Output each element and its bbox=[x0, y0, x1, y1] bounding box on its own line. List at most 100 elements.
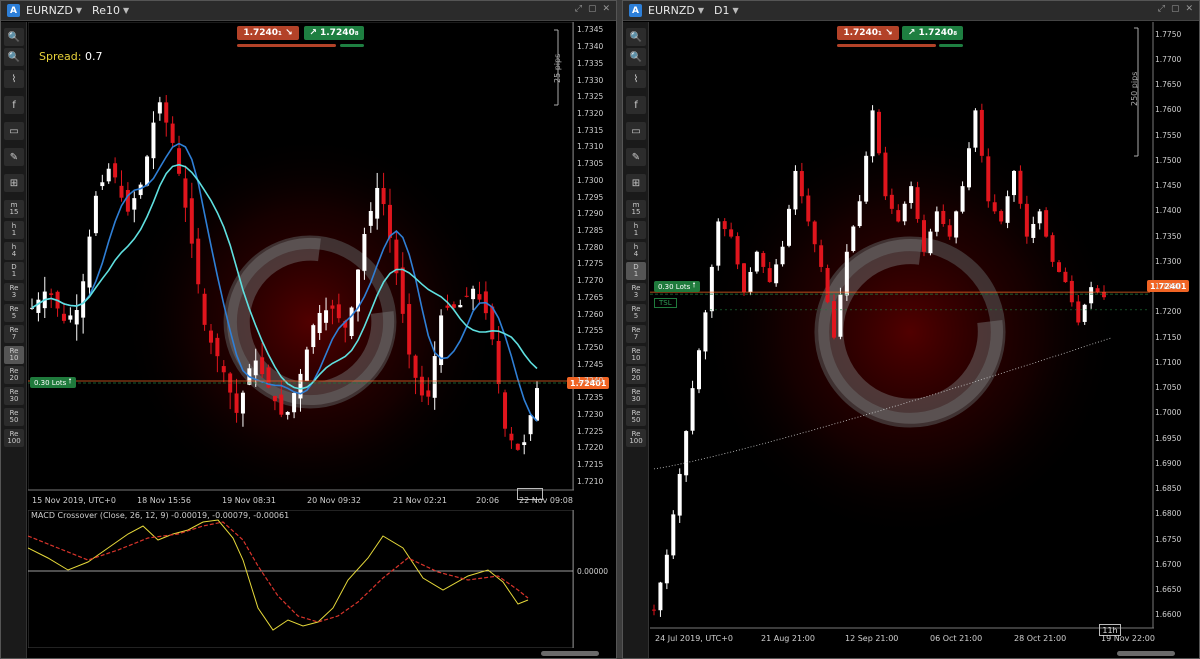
right-candle bbox=[735, 236, 740, 265]
trailing-stop-badge[interactable]: TSL bbox=[654, 298, 677, 308]
timeframe-button-d1[interactable]: D1 bbox=[4, 262, 24, 281]
camera-icon[interactable]: ▭ bbox=[4, 122, 24, 140]
symbol-selector[interactable]: EURNZD bbox=[648, 4, 695, 17]
timeframe-button-re50[interactable]: Re 50 bbox=[626, 408, 646, 426]
timeframe-button-re50[interactable]: Re 50 bbox=[4, 408, 24, 426]
right-candle bbox=[999, 211, 1004, 222]
y-tick-label: 1.7310 bbox=[577, 142, 604, 152]
y-tick-label: 1.6650 bbox=[1155, 585, 1182, 595]
timeframe-button-re3[interactable]: Re 3 bbox=[626, 283, 646, 302]
lots-label: 0.30 Lots bbox=[34, 378, 67, 387]
position-lots-badge[interactable]: 0.30 Lots 🠕 bbox=[30, 377, 76, 388]
detach-icon[interactable]: ⤢ bbox=[1158, 4, 1165, 14]
price-chart-right[interactable] bbox=[650, 22, 1154, 648]
right-candle bbox=[832, 301, 836, 338]
maximize-icon[interactable]: ▢ bbox=[1171, 4, 1180, 14]
timeframe-button-m15[interactable]: m 15 bbox=[626, 200, 646, 218]
indicator-icon[interactable]: ⊞ bbox=[626, 174, 646, 192]
left-candle bbox=[407, 304, 412, 355]
right-candle bbox=[1076, 301, 1081, 323]
timeframe-button-re100[interactable]: Re 100 bbox=[4, 428, 24, 447]
timeframe-button-re7[interactable]: Re 7 bbox=[4, 324, 24, 343]
buy-button[interactable]: ↗ 1.7240₈ bbox=[304, 26, 364, 40]
right-candle bbox=[928, 231, 933, 254]
timeframe-button-h4[interactable]: h4 bbox=[4, 241, 24, 260]
right-candle bbox=[1063, 271, 1068, 283]
left-candle bbox=[151, 122, 156, 159]
timeframe-button-re5[interactable]: Re 5 bbox=[626, 304, 646, 322]
zoom-in-icon[interactable]: 🔍 bbox=[626, 28, 646, 46]
chart-type-icon[interactable]: ⌇ bbox=[626, 70, 646, 88]
left-candle bbox=[68, 315, 73, 320]
position-lots-badge[interactable]: 0.30 Lots 🠕 bbox=[654, 281, 700, 292]
drawing-icon[interactable]: ✎ bbox=[626, 148, 646, 166]
y-tick-label: 1.7280 bbox=[577, 242, 604, 252]
facebook-icon[interactable]: f bbox=[4, 96, 24, 114]
timeframe-button-re7[interactable]: Re 7 bbox=[626, 324, 646, 343]
timeframe-button-re30[interactable]: Re 30 bbox=[626, 387, 646, 406]
app-logo-icon: A bbox=[629, 4, 642, 17]
detach-icon[interactable]: ⤢ bbox=[575, 4, 582, 14]
arrow-up-right-icon: ↗ bbox=[907, 28, 916, 38]
chart-pane-left[interactable]: A EURNZD ▼ Re10 ▼ ⤢ ▢ ✕ 🔍 🔍 ⌇ f ▭ ✎ ⊞ m 15 h 1 h 4 D 1 Re 3 R… bbox=[0, 0, 617, 659]
sell-button[interactable]: 1.7240₁ ↘ bbox=[837, 26, 899, 40]
drawing-icon[interactable]: ✎ bbox=[4, 148, 24, 166]
chevron-down-icon[interactable]: ▼ bbox=[123, 6, 129, 15]
timeframe-button-m15[interactable]: m 15 bbox=[4, 200, 24, 218]
left-candle bbox=[362, 234, 367, 271]
zoom-out-icon[interactable]: 🔍 bbox=[4, 48, 24, 66]
timeframe-button-re100[interactable]: Re 100 bbox=[626, 428, 646, 447]
zoom-out-icon[interactable]: 🔍 bbox=[626, 48, 646, 66]
timeframe-button-re20[interactable]: Re 20 bbox=[626, 366, 646, 385]
y-tick-label: 1.6800 bbox=[1155, 509, 1182, 519]
camera-icon[interactable]: ▭ bbox=[626, 122, 646, 140]
left-candle bbox=[324, 310, 329, 323]
title-bar-left[interactable]: A EURNZD ▼ Re10 ▼ ⤢ ▢ ✕ bbox=[1, 1, 616, 21]
title-bar-right[interactable]: A EURNZD ▼ D1 ▼ ⤢ ▢ ✕ bbox=[623, 1, 1199, 21]
symbol-selector[interactable]: EURNZD bbox=[26, 4, 73, 17]
indicator-icon[interactable]: ⊞ bbox=[4, 174, 24, 192]
sell-button[interactable]: 1.7240₁ ↘ bbox=[237, 26, 299, 40]
right-candle bbox=[1018, 170, 1023, 204]
chevron-down-icon[interactable]: ▼ bbox=[76, 6, 82, 15]
zoom-in-icon[interactable]: 🔍 bbox=[4, 28, 24, 46]
timeframe-button-h1[interactable]: h1 bbox=[626, 220, 646, 239]
timeframe-button-re10[interactable]: Re 10 bbox=[626, 345, 646, 364]
right-candle bbox=[986, 156, 991, 202]
y-tick-label: 1.6750 bbox=[1155, 534, 1182, 544]
timeframe-selector[interactable]: Re10 bbox=[92, 4, 120, 17]
timeframe-button-re30[interactable]: Re 30 bbox=[4, 387, 24, 406]
chart-toolbar-right: 🔍 🔍 ⌇ f ▭ ✎ ⊞ m 15 h 1 h 4 D 1 Re 3 Re 5 Re 7 Re 10 Re 20 Re 30 Re 5… bbox=[623, 22, 649, 658]
chevron-down-icon[interactable]: ▼ bbox=[733, 6, 739, 15]
chart-type-icon[interactable]: ⌇ bbox=[4, 70, 24, 88]
facebook-icon[interactable]: f bbox=[626, 96, 646, 114]
horizontal-scrollbar[interactable] bbox=[541, 651, 599, 656]
maximize-icon[interactable]: ▢ bbox=[588, 4, 597, 14]
x-tick-label: 19 Nov 22:00 bbox=[1101, 634, 1155, 643]
timeframe-button-h1[interactable]: h1 bbox=[4, 220, 24, 239]
buy-button[interactable]: ↗ 1.7240₈ bbox=[902, 26, 963, 40]
right-candle bbox=[954, 211, 959, 238]
x-tick-label: 24 Jul 2019, UTC+0 bbox=[655, 634, 734, 643]
timeframe-button-re5[interactable]: Re 5 bbox=[4, 304, 24, 322]
y-tick-label: 1.6600 bbox=[1155, 610, 1182, 620]
price-chart-left[interactable] bbox=[28, 22, 574, 509]
close-icon[interactable]: ✕ bbox=[602, 4, 610, 14]
timeframe-button-h4[interactable]: h4 bbox=[626, 241, 646, 260]
right-candle bbox=[896, 210, 901, 222]
macd-panel[interactable] bbox=[28, 510, 574, 648]
macd-title: MACD Crossover (Close, 26, 12, 9) -0.000… bbox=[31, 511, 290, 520]
chevron-down-icon[interactable]: ▼ bbox=[698, 6, 704, 15]
y-tick-label: 1.7315 bbox=[577, 125, 604, 135]
left-candle bbox=[113, 163, 118, 178]
timeframe-button-re3[interactable]: Re 3 bbox=[4, 283, 24, 302]
timeframe-button-re10[interactable]: Re 10 bbox=[4, 345, 24, 364]
y-tick-label: 1.7340 bbox=[577, 42, 604, 52]
close-icon[interactable]: ✕ bbox=[1185, 4, 1193, 14]
timeframe-button-d1[interactable]: D1 bbox=[626, 262, 646, 281]
timeframe-button-re20[interactable]: Re 20 bbox=[4, 366, 24, 385]
right-candle bbox=[690, 388, 695, 431]
timeframe-selector[interactable]: D1 bbox=[714, 4, 729, 17]
chart-pane-right[interactable]: A EURNZD ▼ D1 ▼ ⤢ ▢ ✕ 🔍 🔍 ⌇ f ▭ ✎ ⊞ m 15 h 1 h 4 D 1 Re 3 Re 5… bbox=[622, 0, 1200, 659]
horizontal-scrollbar[interactable] bbox=[1117, 651, 1175, 656]
